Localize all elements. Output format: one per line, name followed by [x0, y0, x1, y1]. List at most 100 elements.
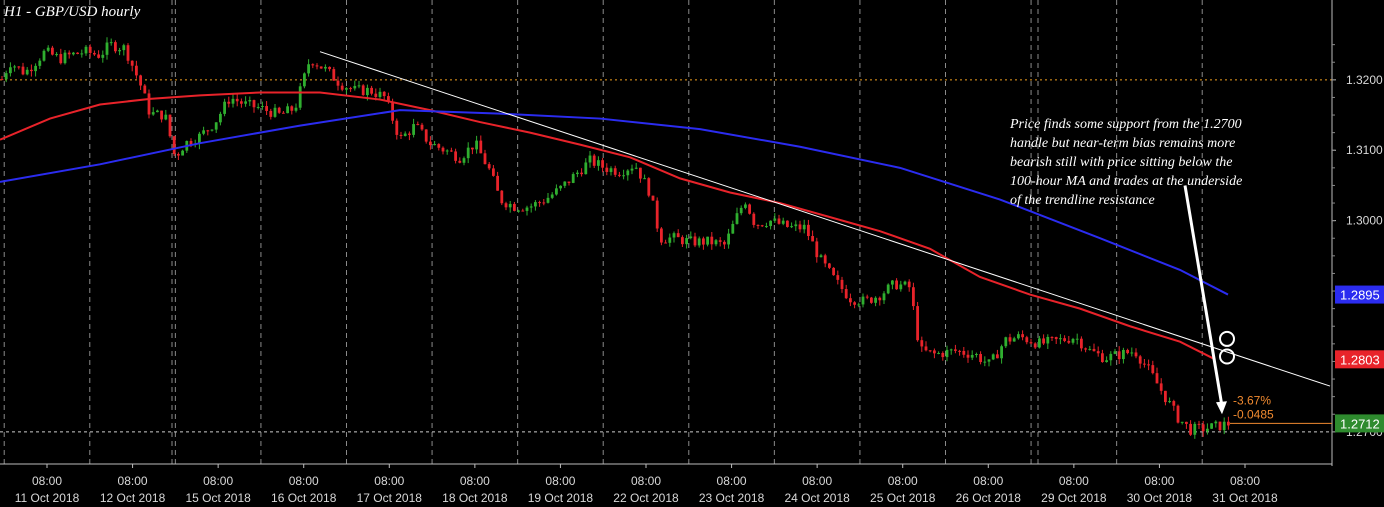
candle-body [891, 280, 894, 285]
candle-body [979, 354, 982, 363]
candle-body [1159, 383, 1163, 391]
x-tick-date: 25 Oct 2018 [870, 491, 936, 505]
candle-body [412, 124, 415, 135]
x-tick-time: 08:00 [118, 474, 148, 488]
annotation-line: handle but near-term bias remains more [1010, 136, 1235, 151]
x-tick-date: 11 Oct 2018 [15, 491, 80, 505]
candle-body [945, 349, 949, 358]
x-tick-time: 08:00 [460, 474, 490, 488]
candle-body [832, 267, 835, 276]
candle-body [235, 98, 239, 102]
candle-body [836, 275, 840, 280]
candle-body [353, 85, 357, 89]
candle-body [492, 168, 495, 176]
candle-body [261, 106, 264, 108]
candle-body [340, 85, 344, 90]
candle-body [21, 66, 25, 75]
candle-body [1113, 351, 1117, 354]
candle-body [546, 197, 550, 203]
x-tick-time: 08:00 [374, 474, 404, 488]
candle-body [1101, 353, 1104, 363]
candle-body [420, 124, 424, 130]
candle-body [101, 54, 105, 58]
candle-body [429, 141, 432, 146]
candle-body [937, 352, 940, 354]
candle-body [618, 174, 621, 176]
annotation-line: of the trendline resistance [1010, 193, 1155, 208]
candle-body [975, 354, 978, 356]
candle-body [46, 47, 50, 51]
x-tick-date: 26 Oct 2018 [956, 491, 1022, 505]
candle-body [408, 133, 411, 135]
candle-body [668, 237, 672, 243]
candle-body [550, 194, 554, 198]
candle-body [450, 150, 453, 152]
candle-body [601, 160, 604, 168]
candle-body [181, 150, 184, 156]
annotation-line: 100-hour MA and trades at the underside [1010, 174, 1242, 189]
candle-body [51, 47, 54, 55]
candle-body [1004, 337, 1008, 347]
candle-body [584, 162, 588, 175]
candle-body [441, 147, 445, 152]
candle-body [122, 45, 126, 51]
candle-body [622, 175, 625, 177]
candle-body [382, 91, 386, 97]
candle-body [765, 226, 768, 228]
candle-body [433, 144, 436, 146]
candle-body [1138, 356, 1142, 364]
candle-body [639, 167, 642, 179]
candle-body [395, 120, 399, 135]
x-tick-date: 17 Oct 2018 [357, 491, 423, 505]
candle-body [819, 255, 823, 258]
candle-body [1105, 360, 1108, 363]
candle-body [168, 114, 172, 137]
x-tick-date: 19 Oct 2018 [528, 491, 594, 505]
candle-body [756, 224, 760, 226]
candle-body [63, 52, 67, 64]
candle-body [912, 287, 915, 307]
candle-body [55, 54, 58, 56]
candle-body [109, 42, 113, 44]
candle-body [1164, 390, 1167, 403]
candle-body [1012, 338, 1016, 342]
candle-body [504, 203, 508, 208]
candle-body [1172, 401, 1176, 406]
candle-body [1075, 338, 1079, 340]
change-points: -0.0485 [1233, 407, 1274, 421]
candle-body [227, 101, 231, 104]
candle-body [361, 85, 365, 96]
candle-body [949, 349, 953, 351]
candle-body [886, 284, 890, 294]
candle-body [496, 175, 499, 191]
candle-body [1126, 349, 1129, 354]
candle-body [739, 207, 743, 214]
candle-body [214, 122, 218, 130]
candle-body [878, 297, 882, 301]
y-tick-label: 1.3100 [1346, 143, 1383, 157]
candle-body [13, 66, 16, 68]
candle-body [781, 220, 785, 224]
candle-body [802, 224, 806, 230]
candle-body [626, 170, 630, 176]
candle-body [1067, 340, 1071, 343]
x-tick-date: 31 Oct 2018 [1212, 491, 1278, 505]
x-tick-time: 08:00 [717, 474, 747, 488]
candle-body [823, 255, 827, 264]
candle-body [924, 346, 928, 351]
candle-body [84, 46, 88, 54]
candle-body [1214, 421, 1218, 424]
candle-body [592, 155, 596, 166]
candle-body [702, 238, 705, 245]
candle-body [248, 100, 252, 102]
candle-body [954, 349, 957, 351]
candle-body [345, 88, 348, 90]
candle-body [1197, 423, 1201, 425]
candle-body [479, 140, 483, 154]
candle-body [508, 203, 512, 208]
candle-body [67, 52, 71, 55]
candle-body [172, 136, 176, 155]
candle-body [17, 66, 21, 68]
candle-body [59, 54, 63, 64]
candle-body [542, 202, 546, 204]
